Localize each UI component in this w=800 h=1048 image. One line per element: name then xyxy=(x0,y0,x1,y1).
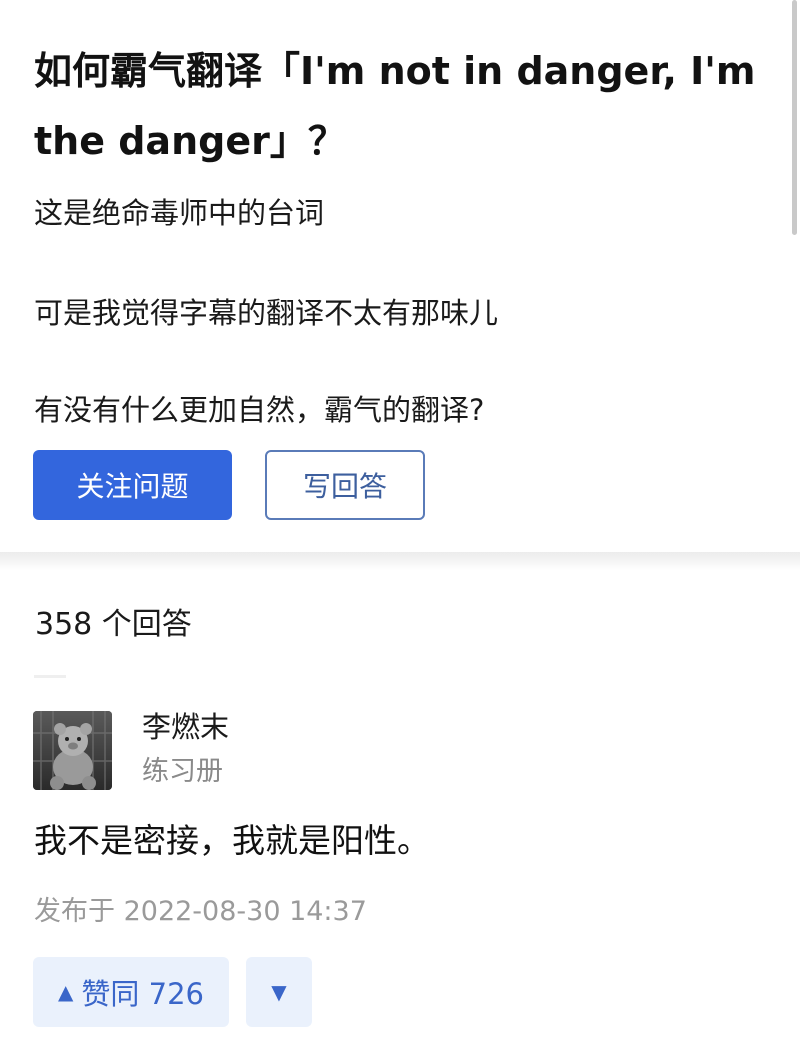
upvote-button[interactable]: ▲ 赞同 726 xyxy=(33,957,229,1027)
write-answer-button[interactable]: 写回答 xyxy=(265,450,425,520)
teddy-bear-avatar-icon xyxy=(33,711,112,790)
question-title[interactable]: 如何霸气翻译「I'm not in danger, I'm the danger… xyxy=(34,36,774,176)
question-detail-line-1: 这是绝命毒师中的台词 xyxy=(34,196,325,230)
author-name[interactable]: 李燃末 xyxy=(142,707,229,747)
answers-count: 358 个回答 xyxy=(35,607,192,642)
question-card: 如何霸气翻译「I'm not in danger, I'm the danger… xyxy=(0,0,800,548)
upvote-label: 赞同 726 xyxy=(81,977,204,1011)
scrollbar[interactable] xyxy=(792,0,797,235)
downvote-button[interactable]: ▼ xyxy=(246,957,312,1027)
header-underline xyxy=(34,675,66,678)
section-divider xyxy=(0,552,800,570)
answer-content[interactable]: 我不是密接，我就是阳性。 xyxy=(34,818,430,864)
triangle-down-icon: ▼ xyxy=(271,980,287,1004)
author-bio: 练习册 xyxy=(142,756,223,787)
follow-question-button[interactable]: 关注问题 xyxy=(33,450,232,520)
question-detail-line-2: 可是我觉得字幕的翻译不太有那味儿 xyxy=(34,296,499,330)
zhihu-question-page: 如何霸气翻译「I'm not in danger, I'm the danger… xyxy=(0,0,800,1048)
question-detail-line-3: 有没有什么更加自然，霸气的翻译? xyxy=(34,393,485,427)
publish-time: 发布于 2022-08-30 14:37 xyxy=(34,896,367,927)
author-avatar[interactable] xyxy=(33,711,112,790)
triangle-up-icon: ▲ xyxy=(58,980,74,1004)
